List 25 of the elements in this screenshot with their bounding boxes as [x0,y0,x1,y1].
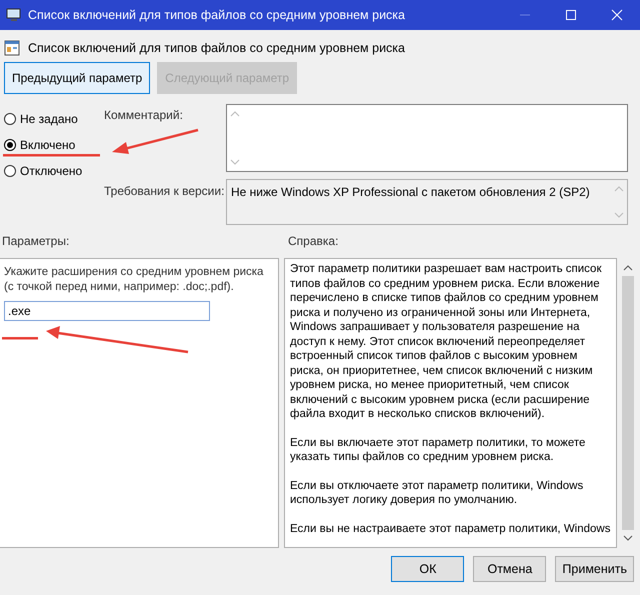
window-title: Список включений для типов файлов со средним уровнем риска [28,8,406,22]
options-label: Параметры: [2,234,70,250]
nav-button[interactable]: Предыдущий параметр [4,62,150,94]
scroll-down-icon[interactable] [623,534,633,542]
options-description: Укажите расширения со средним уровнем риска (с точкой перед ними, например: .doc;.pdf). [4,265,264,295]
help-paragraph: Этот параметр политики разрешает вам настроить список типов файлов со средним уровнем риска. Если вложение перечислено в списке типов файлов со средним уровнем риска и получено из ограниченной зоны или Интернета, Windows запрашивает у пользователя разрешение на доступ к нему. Этот список включений переопределяет встроенный список типов файлов с высоким уровнем риска, он приоритетнее, чем список включений с низким уровнем риска, но менее приоритетный, чем список включений с высоким уровнем риска (если расширение файла входит в несколько списков включений). [290,262,602,422]
state-radio[interactable]: Отключено [4,162,104,180]
dialog-button[interactable]: Отмена [473,556,546,582]
help-label: Справка: [288,234,338,250]
policy-icon [4,40,20,56]
policy-title: Список включений для типов файлов со средним уровнем риска [28,41,405,55]
comment-label: Комментарий: [104,108,184,122]
state-radio[interactable]: Включено [4,136,104,154]
dialog-button[interactable]: Применить [555,556,634,582]
help-paragraph: Если вы отключаете этот параметр политики, Windows использует логику доверия по умолчанию. [290,478,584,508]
annotation-underline [2,337,38,340]
version-label: Требования к версии: [104,184,226,198]
version-text: Не ниже Windows XP Professional с пакетом обновления 2 (SP2) [230,184,591,201]
extension-input[interactable]: .exe [4,301,210,321]
help-paragraph: Если вы не настраиваете этот параметр политики, Windows [290,522,611,536]
scroll-up-icon[interactable] [623,264,633,272]
state-radio[interactable]: Не задано [4,110,104,128]
help-paragraph: Если вы включаете этот параметр политики, то можете указать типы файлов со средним уровнем риска. [290,436,586,464]
monitor-icon [6,7,22,23]
dialog-button[interactable]: ОК [391,556,464,582]
